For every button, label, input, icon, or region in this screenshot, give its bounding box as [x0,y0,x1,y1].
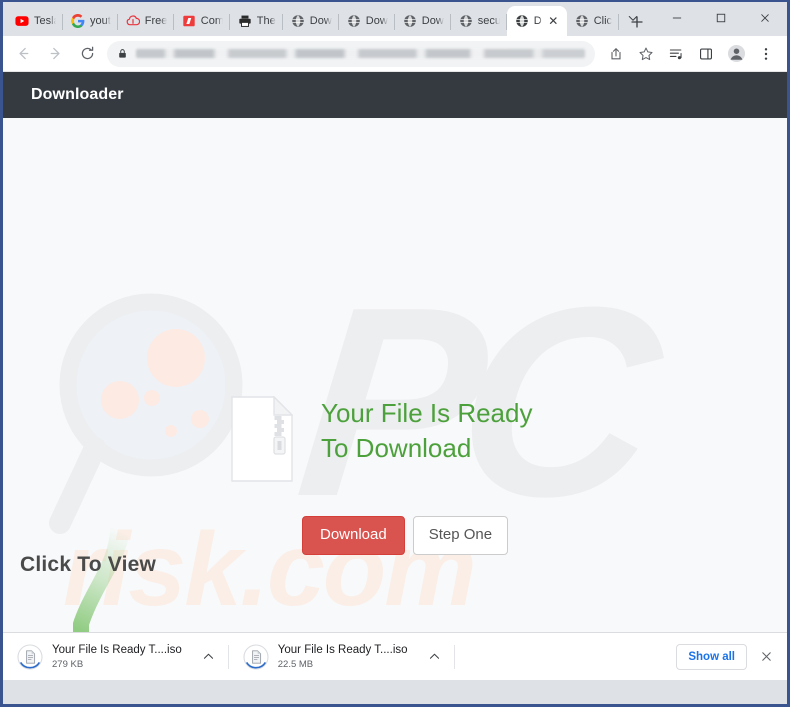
forward-arrow-icon [50,47,60,60]
minimize-icon [672,17,682,19]
forward-button[interactable] [41,40,69,68]
tab-label: The [256,15,276,27]
tab-search-button[interactable] [611,2,655,34]
browser-toolbar [3,36,787,72]
tab-the[interactable]: The [230,6,283,36]
download-filesize: 279 KB [52,658,84,670]
download-item[interactable]: Your File Is Ready T....iso 279 KB [3,633,229,681]
show-all-button[interactable]: Show all [676,643,747,670]
back-button[interactable] [9,40,37,68]
share-button[interactable] [602,40,630,68]
web-page: Downloader PC risk.com Click To View You… [3,72,787,680]
side-panel-button[interactable] [692,40,720,68]
bookmark-button[interactable] [632,40,660,68]
download-shelf: Your File Is Ready T....iso 279 KB Your … [3,632,787,680]
lock-icon[interactable] [117,48,128,59]
google-icon [71,14,85,28]
tab-label: Free [144,15,167,27]
tab-label: Tesla [34,15,56,27]
tab-label: Dow [421,15,444,27]
globe-icon [515,14,529,28]
globe-icon [291,14,305,28]
address-bar[interactable] [107,40,595,67]
tab-security[interactable]: secu [451,6,507,36]
reload-button[interactable] [73,40,101,68]
site-header: Downloader [3,72,787,118]
zip-file-icon [231,396,293,482]
tab-label: yout [90,15,111,27]
click-to-view-label: Click To View [20,553,157,576]
globe-icon [459,14,473,28]
tab-label: D [533,15,542,27]
tab-downloader-1[interactable]: Dow [283,6,339,36]
page-title: Downloader [31,86,124,103]
tab-label: Dow [365,15,388,27]
profile-button[interactable] [722,40,750,68]
maximize-icon [716,13,726,23]
star-icon [639,47,653,60]
bookmark-icon [182,14,196,28]
window-controls [611,2,787,34]
hero-heading: Your File Is Ready To Download [321,398,533,464]
share-icon [611,47,621,59]
browser-window: Tesla yout Free Com [0,0,790,707]
close-shelf-button[interactable] [753,644,779,670]
reload-icon [81,46,93,60]
tab-free[interactable]: Free [118,6,174,36]
download-meta: Your File Is Ready T....iso 22.5 MB [278,644,408,670]
tab-label: Dow [309,15,332,27]
tab-youtube-search[interactable]: yout [63,6,118,36]
close-icon[interactable]: ✕ [547,15,560,28]
download-menu-button[interactable] [425,647,445,667]
reading-list-icon [669,48,682,59]
side-panel-icon [700,47,713,60]
step-one-button[interactable]: Step One [412,516,509,555]
action-buttons: Download Step One [302,516,509,555]
three-dot-menu-icon [764,47,768,60]
tab-label: secu [477,15,500,27]
download-filename: Your File Is Ready T....iso [52,643,182,656]
download-button[interactable]: Download [302,516,405,555]
tab-downloader-3[interactable]: Dow [395,6,451,36]
chevron-up-icon [429,653,440,659]
globe-icon [403,14,417,28]
cloud-icon [126,14,140,28]
iso-file-icon [243,643,269,670]
tab-label: Clic [593,15,613,27]
tab-tesla[interactable]: Tesla [7,6,63,36]
globe-icon [347,14,361,28]
download-meta: Your File Is Ready T....iso 279 KB [52,644,182,670]
tab-downloader-2[interactable]: Dow [339,6,395,36]
close-window-button[interactable] [743,2,787,34]
iso-file-icon [17,643,43,670]
url-text[interactable] [136,49,585,58]
youtube-icon [15,14,29,28]
download-menu-button[interactable] [199,647,219,667]
printer-icon [238,14,252,28]
globe-icon [575,14,589,28]
maximize-button[interactable] [699,2,743,34]
chevron-down-icon [628,16,638,21]
chevron-up-icon [204,653,214,659]
menu-button[interactable] [752,40,780,68]
download-filename: Your File Is Ready T....iso [277,643,408,656]
download-item[interactable]: Your File Is Ready T....iso 22.5 MB [229,633,455,681]
close-icon [761,652,771,661]
close-icon [761,14,769,22]
hero-section: Your File Is Ready To Download [231,396,561,482]
reading-list-button[interactable] [662,40,690,68]
tab-label: Com [200,15,223,27]
tab-com[interactable]: Com [174,6,230,36]
download-filesize: 22.5 MB [277,658,314,670]
back-arrow-icon [18,47,28,60]
minimize-button[interactable] [655,2,699,34]
profile-avatar-icon [727,44,745,63]
tab-downloader-active[interactable]: D ✕ [506,6,567,36]
tab-strip: Tesla yout Free Com [3,2,787,36]
page-body: PC risk.com Click To View Your File Is R… [3,118,787,638]
